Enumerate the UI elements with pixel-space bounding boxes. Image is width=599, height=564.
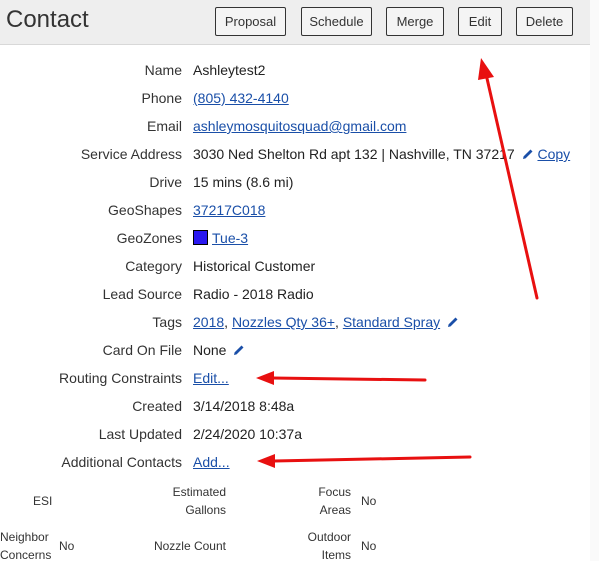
field-tags: Tags 2018, Nozzles Qty 36+, Standard Spr… — [0, 309, 590, 337]
info-grid-row-1: ESI Estimated Gallons Focus Areas No — [0, 479, 586, 523]
page-header: Contact Proposal Schedule Merge Edit Del… — [0, 0, 590, 45]
field-category: Category Historical Customer — [0, 253, 590, 281]
field-label: Service Address — [80, 146, 182, 162]
field-value: Radio - 2018 Radio — [193, 286, 314, 302]
field-label: Lead Source — [102, 286, 182, 302]
field-additional-contacts: Additional Contacts Add... — [0, 449, 590, 477]
pencil-icon[interactable] — [522, 148, 534, 160]
field-value: Ashleytest2 — [193, 62, 266, 78]
grid-value-focus-areas: No — [361, 494, 377, 508]
merge-button[interactable]: Merge — [386, 7, 444, 36]
field-label: Created — [132, 398, 182, 414]
edit-button[interactable]: Edit — [458, 7, 502, 36]
field-label: Additional Contacts — [61, 454, 182, 470]
tag-link[interactable]: Nozzles Qty 36+ — [232, 314, 335, 330]
info-grid-row-2: Neighbor Concerns No Nozzle Count Outdoor… — [0, 523, 586, 562]
grid-value-neighbor-concerns: No — [59, 539, 75, 553]
geoshape-link[interactable]: 37217C018 — [193, 202, 265, 218]
field-label: Card On File — [102, 342, 182, 358]
tag-link[interactable]: Standard Spray — [343, 314, 440, 330]
field-created: Created 3/14/2018 8:48a — [0, 393, 590, 421]
field-label: GeoShapes — [108, 202, 182, 218]
phone-link[interactable]: (805) 432-4140 — [193, 90, 289, 106]
schedule-button[interactable]: Schedule — [301, 7, 372, 36]
field-value: Historical Customer — [193, 258, 316, 274]
field-label: Email — [146, 118, 182, 134]
field-service-address: Service Address 3030 Ned Shelton Rd apt … — [0, 141, 590, 169]
grid-value-outdoor-items: No — [361, 539, 377, 553]
delete-button[interactable]: Delete — [516, 7, 573, 36]
field-routing-constraints: Routing Constraints Edit... — [0, 365, 590, 393]
pencil-icon[interactable] — [233, 344, 245, 356]
field-label: Phone — [141, 90, 182, 106]
field-drive: Drive 15 mins (8.6 mi) — [0, 169, 590, 197]
field-lead-source: Lead Source Radio - 2018 Radio — [0, 281, 590, 309]
field-last-updated: Last Updated 2/24/2020 10:37a — [0, 421, 590, 449]
proposal-button[interactable]: Proposal — [215, 7, 286, 36]
field-geozones: GeoZones Tue-3 — [0, 225, 590, 253]
routing-edit-link[interactable]: Edit... — [193, 370, 229, 386]
field-card-on-file: Card On File None — [0, 337, 590, 365]
grid-label-esi: ESI — [33, 494, 53, 508]
grid-label-estimated-gallons: Estimated Gallons — [172, 485, 226, 517]
field-label: Tags — [152, 314, 182, 330]
field-name: Name Ashleytest2 — [0, 57, 590, 85]
tag-link[interactable]: 2018 — [193, 314, 224, 330]
field-label: Last Updated — [98, 426, 182, 442]
grid-label-nozzle-count: Nozzle Count — [153, 539, 226, 553]
field-phone: Phone (805) 432-4140 — [0, 85, 590, 113]
field-value: None — [193, 342, 227, 358]
grid-label-outdoor-items: Outdoor Items — [307, 530, 351, 562]
geozone-link[interactable]: Tue-3 — [212, 230, 248, 246]
field-value: 15 mins (8.6 mi) — [193, 174, 294, 190]
field-geoshapes: GeoShapes 37217C018 — [0, 197, 590, 225]
field-email: Email ashleymosquitosquad@gmail.com — [0, 113, 590, 141]
geozone-color-swatch — [193, 230, 208, 245]
field-label: Name — [144, 62, 182, 78]
scrollbar-track[interactable] — [590, 0, 599, 561]
field-label: Category — [125, 258, 182, 274]
email-link[interactable]: ashleymosquitosquad@gmail.com — [193, 118, 406, 134]
pencil-icon[interactable] — [447, 316, 459, 328]
field-label: Routing Constraints — [59, 370, 182, 386]
copy-address-link[interactable]: Copy — [537, 146, 570, 162]
grid-label-focus-areas: Focus Areas — [318, 485, 351, 517]
page-title: Contact — [6, 6, 89, 33]
add-contact-link[interactable]: Add... — [193, 454, 230, 470]
field-label: GeoZones — [116, 230, 182, 246]
address-value: 3030 Ned Shelton Rd apt 132 | Nashville,… — [193, 146, 515, 162]
field-value: 3/14/2018 8:48a — [193, 398, 295, 414]
field-value: 2/24/2020 10:37a — [193, 426, 302, 442]
field-label: Drive — [149, 174, 182, 190]
grid-label-neighbor-concerns: Neighbor Concerns — [0, 530, 52, 562]
